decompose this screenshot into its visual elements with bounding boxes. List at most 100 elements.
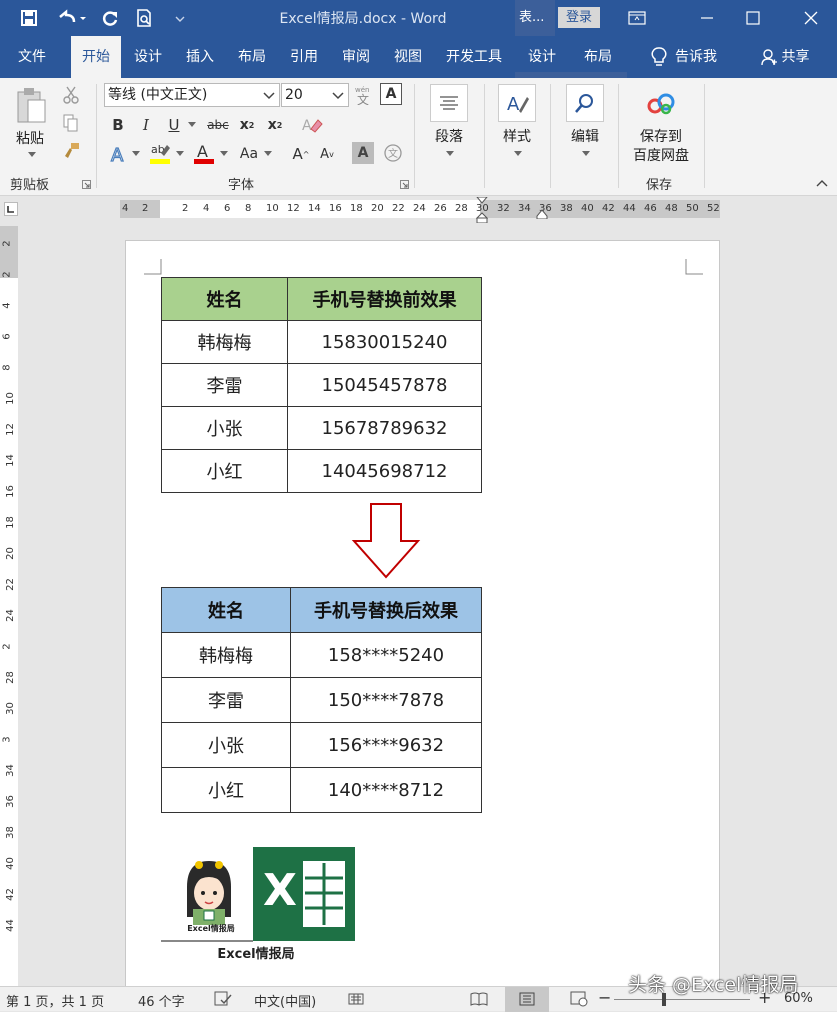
- vertical-ruler[interactable]: 2 2 4 6 8 10 12 14 16 18 20 22 24 2 28 30 3 34 36 38 40 42 44: [0, 226, 18, 986]
- zoom-out-icon[interactable]: −: [598, 988, 611, 1007]
- tab-design[interactable]: 设计: [126, 36, 170, 78]
- table-cell[interactable]: 15678789632: [287, 406, 482, 450]
- tab-selector-icon[interactable]: [4, 202, 18, 216]
- table-before[interactable]: 姓名 手机号替换前效果 韩梅梅 15830015240 李雷 15045457878…: [161, 277, 482, 493]
- table-cell[interactable]: 15045457878: [287, 363, 482, 407]
- copy-icon[interactable]: [60, 112, 82, 134]
- web-layout-icon[interactable]: [570, 991, 588, 1011]
- phonetic-guide-icon[interactable]: wén 文: [352, 84, 374, 106]
- paragraph-dropdown-icon[interactable]: [444, 148, 456, 160]
- highlight-dropdown-icon[interactable]: [174, 142, 186, 166]
- font-launcher-icon[interactable]: [398, 178, 410, 190]
- font-size-combobox[interactable]: 20: [281, 83, 349, 107]
- table-cell[interactable]: 小红: [161, 767, 291, 813]
- paste-label[interactable]: 粘贴: [10, 128, 50, 148]
- styles-icon[interactable]: A: [498, 84, 536, 122]
- find-icon[interactable]: [566, 84, 604, 122]
- close-icon[interactable]: [788, 0, 834, 36]
- tab-table-design[interactable]: 设计: [520, 36, 564, 78]
- cut-icon[interactable]: [60, 84, 82, 106]
- character-border-icon[interactable]: A: [380, 83, 402, 105]
- table-cell[interactable]: 156****9632: [290, 722, 482, 768]
- minimize-icon[interactable]: [684, 0, 730, 36]
- word-count[interactable]: 46 个字: [138, 991, 185, 1010]
- table-cell[interactable]: 小红: [161, 449, 288, 493]
- table-cell[interactable]: 韩梅梅: [161, 632, 291, 678]
- editing-label[interactable]: 编辑: [560, 126, 610, 146]
- chevron-down-icon[interactable]: [331, 84, 345, 113]
- tab-review[interactable]: 审阅: [334, 36, 378, 78]
- table-cell[interactable]: 韩梅梅: [161, 320, 288, 364]
- change-case-dropdown-icon[interactable]: [262, 142, 274, 166]
- tell-me-box[interactable]: 告诉我: [636, 36, 732, 78]
- tab-home[interactable]: 开始: [71, 36, 121, 78]
- right-indent-marker-icon[interactable]: [536, 208, 548, 222]
- chevron-down-icon[interactable]: [262, 84, 276, 113]
- table-header-cell[interactable]: 手机号替换后效果: [290, 587, 482, 633]
- tab-file[interactable]: 文件: [6, 36, 58, 78]
- table-cell[interactable]: 140****8712: [290, 767, 482, 813]
- maximize-icon[interactable]: [730, 0, 776, 36]
- font-color-icon[interactable]: A: [192, 140, 216, 166]
- editing-dropdown-icon[interactable]: [580, 148, 592, 160]
- save-to-baidu-label[interactable]: 保存到 百度网盘: [626, 128, 696, 166]
- indent-marker-icon[interactable]: [475, 196, 489, 226]
- table-header-cell[interactable]: 姓名: [161, 277, 288, 321]
- paragraph-icon[interactable]: [430, 84, 468, 122]
- table-cell[interactable]: 李雷: [161, 677, 291, 723]
- macro-record-icon[interactable]: [348, 991, 364, 1011]
- shrink-font-icon[interactable]: Av: [316, 142, 338, 166]
- read-mode-icon[interactable]: [470, 991, 488, 1011]
- strikethrough-icon[interactable]: abc: [204, 114, 232, 136]
- share-button[interactable]: 共享: [750, 36, 820, 78]
- tab-layout[interactable]: 布局: [230, 36, 274, 78]
- table-header-cell[interactable]: 手机号替换前效果: [287, 277, 482, 321]
- table-cell[interactable]: 158****5240: [290, 632, 482, 678]
- paragraph-label[interactable]: 段落: [424, 126, 474, 146]
- underline-dropdown-icon[interactable]: [186, 114, 198, 136]
- language-indicator[interactable]: 中文(中国): [254, 991, 316, 1010]
- print-layout-icon[interactable]: [505, 987, 549, 1012]
- text-effects-icon[interactable]: A: [108, 142, 130, 166]
- table-cell[interactable]: 150****7878: [290, 677, 482, 723]
- page-count[interactable]: 第 1 页，共 1 页: [6, 991, 104, 1010]
- collapse-ribbon-icon[interactable]: [814, 176, 830, 190]
- text-effects-dropdown-icon[interactable]: [130, 142, 142, 166]
- baidu-netdisk-icon[interactable]: [644, 90, 678, 118]
- change-case-icon[interactable]: Aa: [236, 142, 262, 166]
- login-button[interactable]: 登录: [558, 7, 600, 28]
- logo-image[interactable]: Excel情报局 X Excel情报局: [161, 847, 361, 963]
- subscript-icon[interactable]: x2: [236, 114, 258, 136]
- clipboard-launcher-icon[interactable]: [80, 178, 92, 190]
- tab-developer[interactable]: 开发工具: [440, 36, 508, 78]
- font-name-combobox[interactable]: 等线 (中文正文): [104, 83, 280, 107]
- character-shading-icon[interactable]: A: [352, 142, 374, 164]
- ribbon-display-options-icon[interactable]: [614, 0, 660, 36]
- font-color-dropdown-icon[interactable]: [218, 142, 230, 166]
- table-tools-tab[interactable]: 表...: [515, 0, 555, 36]
- zoom-slider[interactable]: [614, 993, 750, 1006]
- superscript-icon[interactable]: x2: [264, 114, 286, 136]
- paste-icon[interactable]: [12, 84, 50, 128]
- highlight-icon[interactable]: ab: [148, 140, 172, 166]
- styles-dropdown-icon[interactable]: [512, 148, 524, 160]
- italic-icon[interactable]: I: [136, 114, 156, 136]
- document-page[interactable]: 姓名 手机号替换前效果 韩梅梅 15830015240 李雷 15045457878…: [125, 240, 720, 990]
- styles-label[interactable]: 样式: [492, 126, 542, 146]
- paste-dropdown-icon[interactable]: [24, 148, 40, 162]
- tab-table-layout[interactable]: 布局: [576, 36, 620, 78]
- table-cell[interactable]: 小张: [161, 722, 291, 768]
- underline-icon[interactable]: U: [164, 114, 184, 136]
- horizontal-ruler[interactable]: 4 2 2 4 6 8 10 12 14 16 18 20 22 24 26 28 30 32 34 36 38 40 42…: [120, 196, 720, 224]
- table-cell[interactable]: 小张: [161, 406, 288, 450]
- bold-icon[interactable]: B: [108, 114, 128, 136]
- clear-formatting-icon[interactable]: A: [300, 114, 324, 136]
- proofing-icon[interactable]: [214, 991, 232, 1011]
- tab-view[interactable]: 视图: [386, 36, 430, 78]
- format-painter-icon[interactable]: [60, 140, 82, 162]
- table-cell[interactable]: 14045698712: [287, 449, 482, 493]
- table-cell[interactable]: 15830015240: [287, 320, 482, 364]
- enclose-characters-icon[interactable]: 文: [382, 142, 404, 164]
- grow-font-icon[interactable]: A ^: [290, 142, 312, 166]
- table-after[interactable]: 姓名 手机号替换后效果 韩梅梅 158****5240 李雷 150****7878…: [161, 587, 482, 813]
